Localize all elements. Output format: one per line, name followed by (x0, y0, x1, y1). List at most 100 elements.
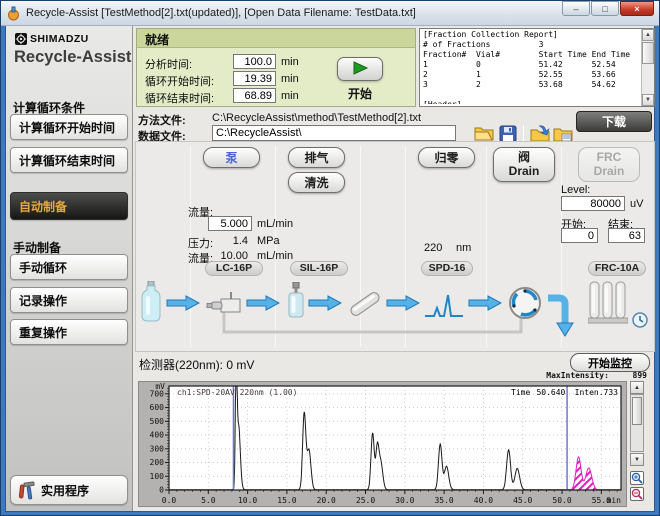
calc-start-time-button[interactable]: 计算循环开始时间 (10, 114, 128, 140)
recycle-valve-icon (508, 286, 542, 320)
start-monitor-button[interactable]: 开始监控 (570, 353, 650, 372)
flow-arrow-icon (386, 295, 420, 311)
repeat-operation-button[interactable]: 重复操作 (10, 319, 128, 345)
column-divider (405, 146, 406, 347)
rinse-button[interactable]: 清洗 (288, 172, 345, 193)
flow-rate-unit: mL/min (257, 218, 293, 230)
device-badge-collector: FRC-10A (588, 261, 646, 276)
zoom-in-icon[interactable] (630, 471, 644, 485)
main-panel: 就绪 分析时间: min 循环开始时间: min 循环结束时间: min 开始 … (133, 26, 654, 511)
chromatogram-chart[interactable]: 01002003004005006007000.05.010.015.020.0… (138, 381, 627, 507)
chart-scrollbar[interactable] (630, 394, 644, 452)
flow-arrow-icon (166, 295, 200, 311)
app-window: Recycle-Assist [TestMethod[2].txt(update… (0, 0, 660, 516)
x-tick-label: 5.0 (201, 496, 216, 505)
frc-drain-line1: FRC (597, 150, 622, 164)
y-tick-label: 0 (159, 486, 164, 495)
flow-diagram-panel: 泵 排气 清洗 归零 阀 Drain FRC Drain 流量: mL/min … (135, 141, 655, 352)
data-file-input[interactable] (212, 125, 456, 141)
x-tick-label: 20.0 (317, 496, 336, 505)
chart-plot[interactable]: 01002003004005006007000.05.010.015.020.0… (139, 382, 626, 508)
fraction-report-box[interactable]: [Fraction Collection Report] # of Fracti… (419, 28, 655, 107)
brand: SHIMADZU (15, 33, 89, 45)
minimize-button[interactable]: – (562, 1, 590, 16)
flow-arrow-icon (246, 295, 280, 311)
maximize-button[interactable]: □ (591, 1, 619, 16)
analysis-time-label: 分析时间: (145, 56, 192, 72)
x-tick-label: 40.0 (474, 496, 493, 505)
cycle-end-time-label: 循环结束时间: (145, 90, 214, 106)
device-badge-detector: SPD-16 (421, 261, 473, 276)
x-tick-label: 45.0 (513, 496, 532, 505)
column-divider (486, 146, 487, 347)
report-scroll-up-button[interactable]: ▲ (642, 29, 654, 41)
window-title: Recycle-Assist [TestMethod[2].txt(update… (26, 7, 561, 19)
chart-time-readout: Time 50.640 Inten. 733 (511, 388, 618, 397)
purge-button[interactable]: 排气 (288, 147, 345, 168)
run-status-panel: 就绪 分析时间: min 循环开始时间: min 循环结束时间: min 开始 (136, 28, 416, 107)
valve-drain-button[interactable]: 阀 Drain (493, 147, 555, 182)
cycle-start-time-input[interactable] (233, 71, 276, 86)
frc-drain-button[interactable]: FRC Drain (578, 147, 640, 182)
pressure-label: 压力: (188, 235, 213, 251)
close-button[interactable]: × (620, 1, 654, 16)
utility-button[interactable]: 实用程序 (10, 475, 128, 505)
utility-button-label: 实用程序 (41, 482, 89, 499)
level-input[interactable] (561, 196, 625, 211)
report-scrollbar[interactable]: ▲ ▼ (641, 29, 654, 106)
y-tick-label: 400 (150, 431, 165, 440)
title-bar: Recycle-Assist [TestMethod[2].txt(update… (1, 1, 659, 26)
report-scroll-down-button[interactable]: ▼ (642, 94, 654, 106)
max-intensity-value: 899 (633, 371, 647, 380)
app-name: Recycle-Assist (14, 48, 131, 67)
cycle-start-time-unit: min (281, 73, 299, 85)
download-button[interactable]: 下载 (576, 111, 652, 132)
method-file-value: C:\RecycleAssist\method\TestMethod[2].tx… (212, 112, 421, 124)
manual-cycle-button[interactable]: 手动循环 (10, 254, 128, 280)
y-tick-label: 200 (150, 458, 165, 467)
window-body: SHIMADZU Recycle-Assist 计算循环条件 计算循环开始时间 … (5, 26, 655, 512)
method-file-label: 方法文件: (138, 112, 186, 128)
auto-prep-button[interactable]: 自动制备 (10, 192, 128, 220)
x-tick-label: 0.0 (162, 496, 177, 505)
range-end-input[interactable] (608, 228, 645, 243)
flow-arrow-icon (308, 295, 342, 311)
range-start-input[interactable] (561, 228, 598, 243)
frc-drain-line2: Drain (594, 164, 625, 178)
wavelength-value: 220 (424, 242, 442, 254)
chart-scroll-down-button[interactable]: ▼ (630, 453, 644, 466)
start-button-label: 开始 (337, 85, 383, 102)
zero-button[interactable]: 归零 (418, 147, 475, 168)
cycle-start-time-label: 循环开始时间: (145, 73, 214, 89)
x-tick-label: 35.0 (434, 496, 453, 505)
zoom-out-icon[interactable] (630, 487, 644, 501)
fraction-report-text: [Fraction Collection Report] # of Fracti… (420, 29, 640, 104)
down-arrow-icon (548, 290, 576, 340)
x-tick-label: 30.0 (395, 496, 414, 505)
cycle-end-time-input[interactable] (233, 88, 276, 103)
analysis-time-input[interactable] (233, 54, 276, 69)
shimadzu-logo-icon (15, 33, 27, 45)
chart-scroll-thumb[interactable] (632, 397, 642, 425)
chart-scroll-up-button[interactable]: ▲ (630, 381, 644, 394)
calc-end-time-button[interactable]: 计算循环结束时间 (10, 147, 128, 173)
status-text: 就绪 (137, 29, 415, 48)
flow-arrow-icon (468, 295, 502, 311)
pump-button[interactable]: 泵 (203, 147, 260, 168)
solvent-bottle-icon (140, 281, 162, 324)
level-unit: uV (630, 198, 643, 210)
pressure-unit: MPa (257, 235, 280, 247)
report-scroll-thumb[interactable] (642, 42, 654, 64)
valve-drain-line2: Drain (509, 164, 540, 178)
clock-icon (632, 312, 648, 328)
record-operation-button[interactable]: 记录操作 (10, 287, 128, 313)
flow-rate-input[interactable] (208, 216, 252, 231)
inten-label: Inten. (575, 388, 604, 397)
start-button[interactable] (337, 57, 383, 81)
y-tick-label: 500 (150, 417, 165, 426)
valve-drain-line1: 阀 (518, 150, 530, 164)
chart-legend: ch1:SPD-20AV 220nm (1.00) (177, 388, 297, 397)
logo-text: SHIMADZU (30, 33, 89, 45)
y-tick-label: 100 (150, 472, 165, 481)
inten-value: 733 (604, 388, 618, 397)
